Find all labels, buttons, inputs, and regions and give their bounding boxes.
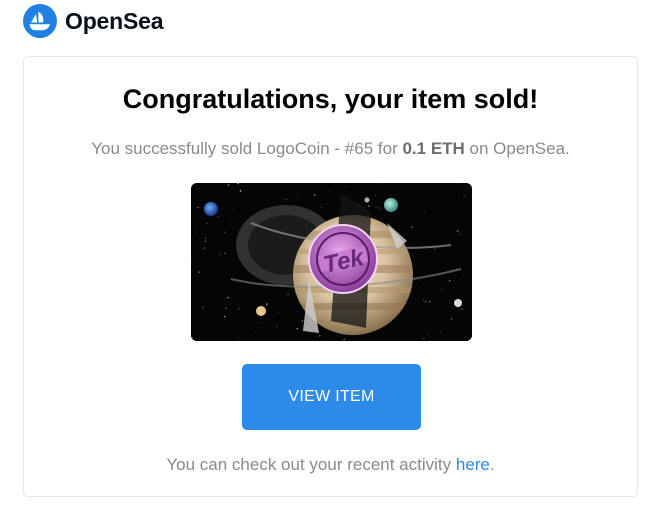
sale-price: 0.1 ETH <box>402 139 465 158</box>
recent-activity-note: You can check out your recent activity h… <box>24 455 637 475</box>
recent-activity-suffix: . <box>489 455 495 474</box>
nft-artwork-tek-coin-planets: Tek <box>191 183 472 341</box>
email-page: OpenSea Congratulations, your item sold!… <box>0 0 666 527</box>
notification-card: Congratulations, your item sold! You suc… <box>23 56 638 497</box>
page-title: Congratulations, your item sold! <box>122 84 539 114</box>
view-item-button[interactable]: VIEW ITEM <box>242 364 421 430</box>
brand-header[interactable]: OpenSea <box>23 4 164 38</box>
sale-summary-suffix: on OpenSea. <box>464 139 570 158</box>
recent-activity-prefix: You can check out your recent activity <box>166 455 456 474</box>
brand-name: OpenSea <box>65 7 164 34</box>
sale-summary: You successfully sold LogoCoin - #65 for… <box>24 139 637 159</box>
item-image[interactable]: Tek <box>191 183 472 341</box>
sale-summary-prefix: You successfully sold LogoCoin - #65 for <box>91 139 403 158</box>
opensea-boat-icon <box>23 4 57 38</box>
recent-activity-link[interactable]: here <box>456 455 490 474</box>
